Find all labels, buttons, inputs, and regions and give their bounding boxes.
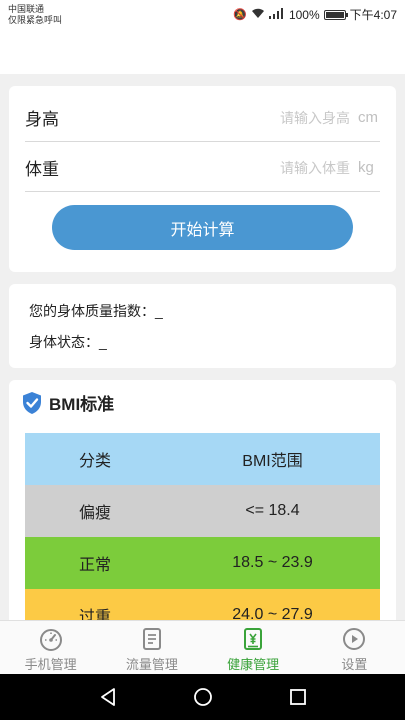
body-state-line: 身体状态：_ <box>29 332 107 352</box>
home-circle-icon <box>193 688 212 706</box>
bmi-result-label: 您的身体质量指数： <box>29 303 155 319</box>
row-range: <= 18.4 <box>245 502 300 519</box>
bmi-input-card: 身高 cm 体重 kg 开始计算 <box>9 86 396 272</box>
bmi-standard-card: BMI标准 分类 BMI范围 偏瘦 <= 18.4 正常 18.5 ~ 23.9… <box>9 380 396 641</box>
height-label: 身高 <box>25 110 59 129</box>
row-category: 偏瘦 <box>78 505 111 522</box>
emergency-only: 仅限紧急呼叫 <box>8 15 63 25</box>
carrier-name: 中国联通 <box>8 4 45 14</box>
bmi-result-card: 您的身体质量指数：_ 身体状态：_ <box>9 284 396 368</box>
body-state-label: 身体状态： <box>29 334 99 350</box>
height-input[interactable] <box>190 109 350 126</box>
table-header-row: 分类 BMI范围 <box>25 433 380 485</box>
app-header <box>0 30 405 74</box>
back-button[interactable] <box>96 685 120 709</box>
tab-settings[interactable]: 设置 <box>304 621 405 674</box>
header-range: BMI范围 <box>242 453 303 470</box>
weight-input[interactable] <box>190 159 350 176</box>
start-calculate-button[interactable]: 开始计算 <box>52 205 353 250</box>
tab-label: 流量管理 <box>125 657 178 672</box>
system-navigation-bar <box>0 674 405 720</box>
weight-label: 体重 <box>25 160 59 179</box>
back-triangle-icon <box>100 688 115 706</box>
recent-apps-button[interactable] <box>286 685 310 709</box>
tab-phone-management[interactable]: 手机管理 <box>0 621 101 674</box>
row-range: 18.5 ~ 23.9 <box>232 554 313 571</box>
play-circle-icon <box>343 628 366 650</box>
recent-square-icon <box>289 689 306 705</box>
mute-icon: 🔕 <box>233 9 247 21</box>
height-unit: cm <box>358 109 378 126</box>
bmi-standard-title: BMI标准 <box>49 395 115 414</box>
body-state-value: _ <box>99 334 107 350</box>
weight-unit: kg <box>358 159 374 176</box>
tab-label: 设置 <box>341 657 368 672</box>
document-icon <box>142 628 161 650</box>
battery-icon <box>323 9 348 20</box>
carrier-info: 中国联通 仅限紧急呼叫 <box>8 4 62 26</box>
status-indicators: 🔕 100% 下午4:07 <box>233 6 397 23</box>
tab-data-management[interactable]: 流量管理 <box>101 621 202 674</box>
gauge-icon <box>39 629 62 651</box>
bmi-standard-header: BMI标准 <box>21 390 114 415</box>
table-row: 偏瘦 <= 18.4 <box>25 485 380 537</box>
height-row: 身高 cm <box>25 94 380 142</box>
bmi-result-value: _ <box>155 303 163 319</box>
row-category: 正常 <box>78 557 111 574</box>
yen-document-icon <box>244 628 263 650</box>
home-button[interactable] <box>191 685 215 709</box>
weight-row: 体重 kg <box>25 144 380 192</box>
signal-icon <box>268 7 285 22</box>
status-bar: 中国联通 仅限紧急呼叫 🔕 100% 下午4:07 <box>0 0 405 30</box>
table-row: 正常 18.5 ~ 23.9 <box>25 537 380 589</box>
bmi-result-line: 您的身体质量指数：_ <box>29 301 163 321</box>
tab-label: 手机管理 <box>24 657 77 672</box>
header-category: 分类 <box>78 453 111 470</box>
bottom-tab-bar: 手机管理 流量管理 健康管理 设置 <box>0 620 405 674</box>
tab-health-management[interactable]: 健康管理 <box>203 621 304 674</box>
battery-percent: 100% <box>288 7 320 22</box>
shield-check-icon <box>23 391 41 414</box>
bmi-standard-table: 分类 BMI范围 偏瘦 <= 18.4 正常 18.5 ~ 23.9 过重 24… <box>25 433 380 641</box>
wifi-icon <box>251 8 265 22</box>
clock: 下午4:07 <box>349 8 397 22</box>
tab-label: 健康管理 <box>227 657 280 672</box>
